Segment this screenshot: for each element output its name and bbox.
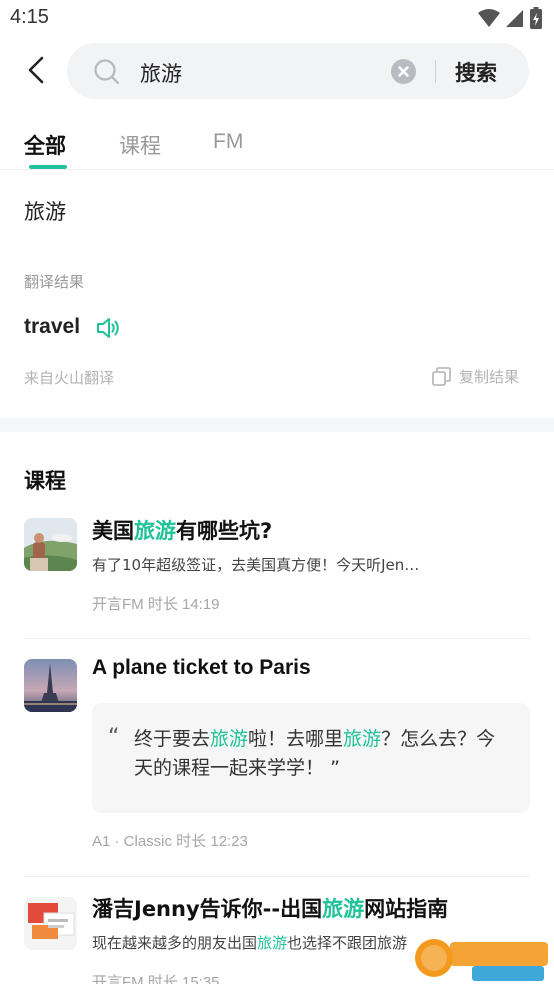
close-icon	[398, 66, 409, 77]
translation-result: travel	[24, 315, 81, 338]
tab-courses[interactable]: 课程	[119, 130, 161, 160]
search-icon	[94, 59, 120, 85]
course-quote-box: “ 终于要去旅游啦！去哪里旅游？怎么去？今天的课程一起来学学！ ”	[92, 703, 530, 813]
section-separator	[0, 418, 554, 432]
back-button[interactable]	[20, 52, 56, 88]
tab-all[interactable]: 全部	[24, 130, 66, 160]
status-icons	[478, 7, 542, 29]
course-title: A plane ticket to Paris	[92, 656, 311, 679]
quote-open-mark: “	[108, 725, 120, 750]
copy-result-button[interactable]: 复制结果	[432, 366, 519, 387]
clear-button[interactable]	[391, 59, 416, 84]
battery-icon	[530, 7, 542, 29]
tab-indicator	[29, 165, 67, 169]
tab-bar: 全部 课程 FM	[0, 118, 554, 170]
copy-result-label: 复制结果	[459, 368, 520, 386]
course-description: 有了10年超级签证，去美国真方便！今天听Jen…	[92, 556, 420, 574]
search-input[interactable]: 旅游	[140, 58, 182, 88]
divider	[24, 638, 530, 639]
speaker-icon[interactable]	[96, 316, 122, 340]
search-button[interactable]: 搜索	[455, 57, 497, 87]
course-meta: 开言FM 时长 14:19	[92, 596, 220, 613]
courses-section-title: 课程	[24, 469, 66, 493]
translation-label: 翻译结果	[24, 273, 85, 291]
course-description: 现在越来越多的朋友出国旅游也选择不跟团旅游	[92, 934, 408, 952]
signal-icon	[506, 10, 523, 27]
course-meta: 开言FM 时长 15:35	[92, 974, 220, 984]
search-divider	[435, 60, 436, 83]
chevron-left-icon	[28, 56, 44, 84]
course-meta: A1 · Classic 时长 12:23	[92, 833, 248, 850]
course-thumbnail	[24, 897, 77, 950]
copy-icon	[432, 367, 451, 386]
status-bar: 4:15	[0, 0, 554, 38]
course-thumbnail	[24, 659, 77, 712]
quote-close-mark: ”	[330, 757, 340, 779]
translation-query: 旅游	[24, 200, 66, 224]
divider	[24, 876, 530, 877]
search-bar-row: 旅游 搜索	[0, 42, 554, 100]
course-quote-text: 终于要去旅游啦！去哪里旅游？怎么去？今天的课程一起来学学！ ”	[134, 728, 496, 779]
course-item[interactable]: 美国旅游有哪些坑? 有了10年超级签证，去美国真方便！今天听Jen… 开言FM …	[0, 510, 554, 638]
status-time: 4:15	[10, 6, 49, 28]
course-title: 美国旅游有哪些坑?	[92, 519, 273, 543]
course-thumbnail	[24, 518, 77, 571]
course-title: 潘吉Jenny告诉你--出国旅游网站指南	[92, 897, 449, 921]
tab-fm[interactable]: FM	[213, 130, 243, 154]
course-item[interactable]: A plane ticket to Paris “ 终于要去旅游啦！去哪里旅游？…	[0, 650, 554, 876]
watermark-logo	[412, 936, 550, 982]
wifi-icon	[478, 9, 500, 27]
search-box[interactable]: 旅游 搜索	[67, 43, 529, 99]
translation-source: 来自火山翻译	[24, 369, 115, 387]
